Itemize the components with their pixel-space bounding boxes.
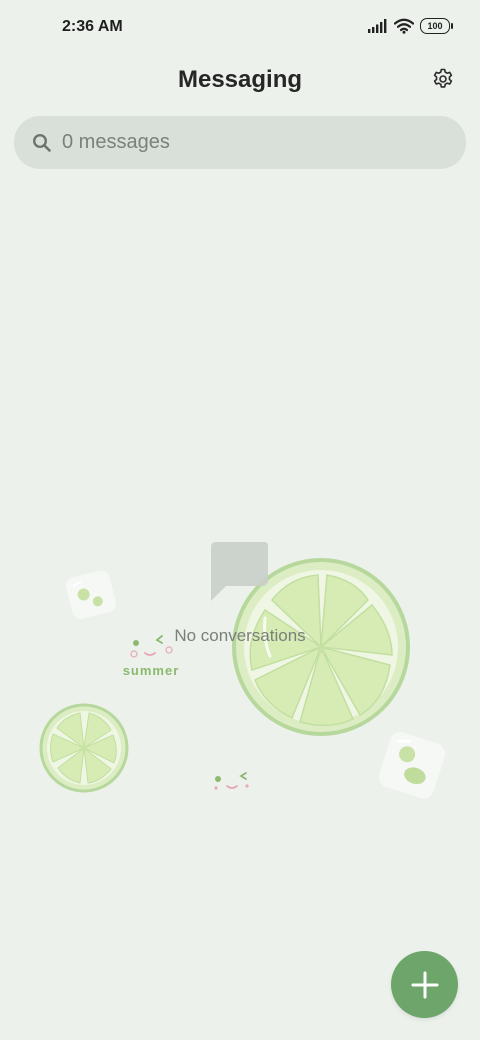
lime-slice-small <box>39 703 129 793</box>
search-icon <box>32 133 51 152</box>
page-title: Messaging <box>177 66 303 93</box>
status-time: 2:36 AM <box>62 18 123 35</box>
search-bar[interactable]: 0 messages <box>14 116 466 169</box>
header: Messaging <box>0 56 480 106</box>
signal-icon <box>368 19 387 33</box>
battery-level: 100 <box>427 21 443 31</box>
search-placeholder: 0 messages <box>62 131 170 153</box>
settings-button[interactable] <box>428 64 458 94</box>
battery-icon: 100 <box>420 18 453 34</box>
status-bar: 2:36 AM 100 <box>0 0 480 56</box>
gear-icon <box>433 68 453 88</box>
wifi-icon <box>394 18 414 34</box>
new-conversation-button[interactable] <box>391 951 458 1018</box>
cute-face-icon <box>214 772 249 790</box>
status-icons: 100 <box>368 18 453 34</box>
empty-state-label: No conversations <box>174 626 306 645</box>
plus-icon <box>411 971 438 998</box>
ice-cube-large <box>378 732 446 799</box>
ice-cube-small <box>65 570 116 620</box>
summer-text: summer <box>123 663 180 678</box>
empty-state-illustration: summer <box>39 542 446 799</box>
lime-slice-large <box>232 558 410 736</box>
